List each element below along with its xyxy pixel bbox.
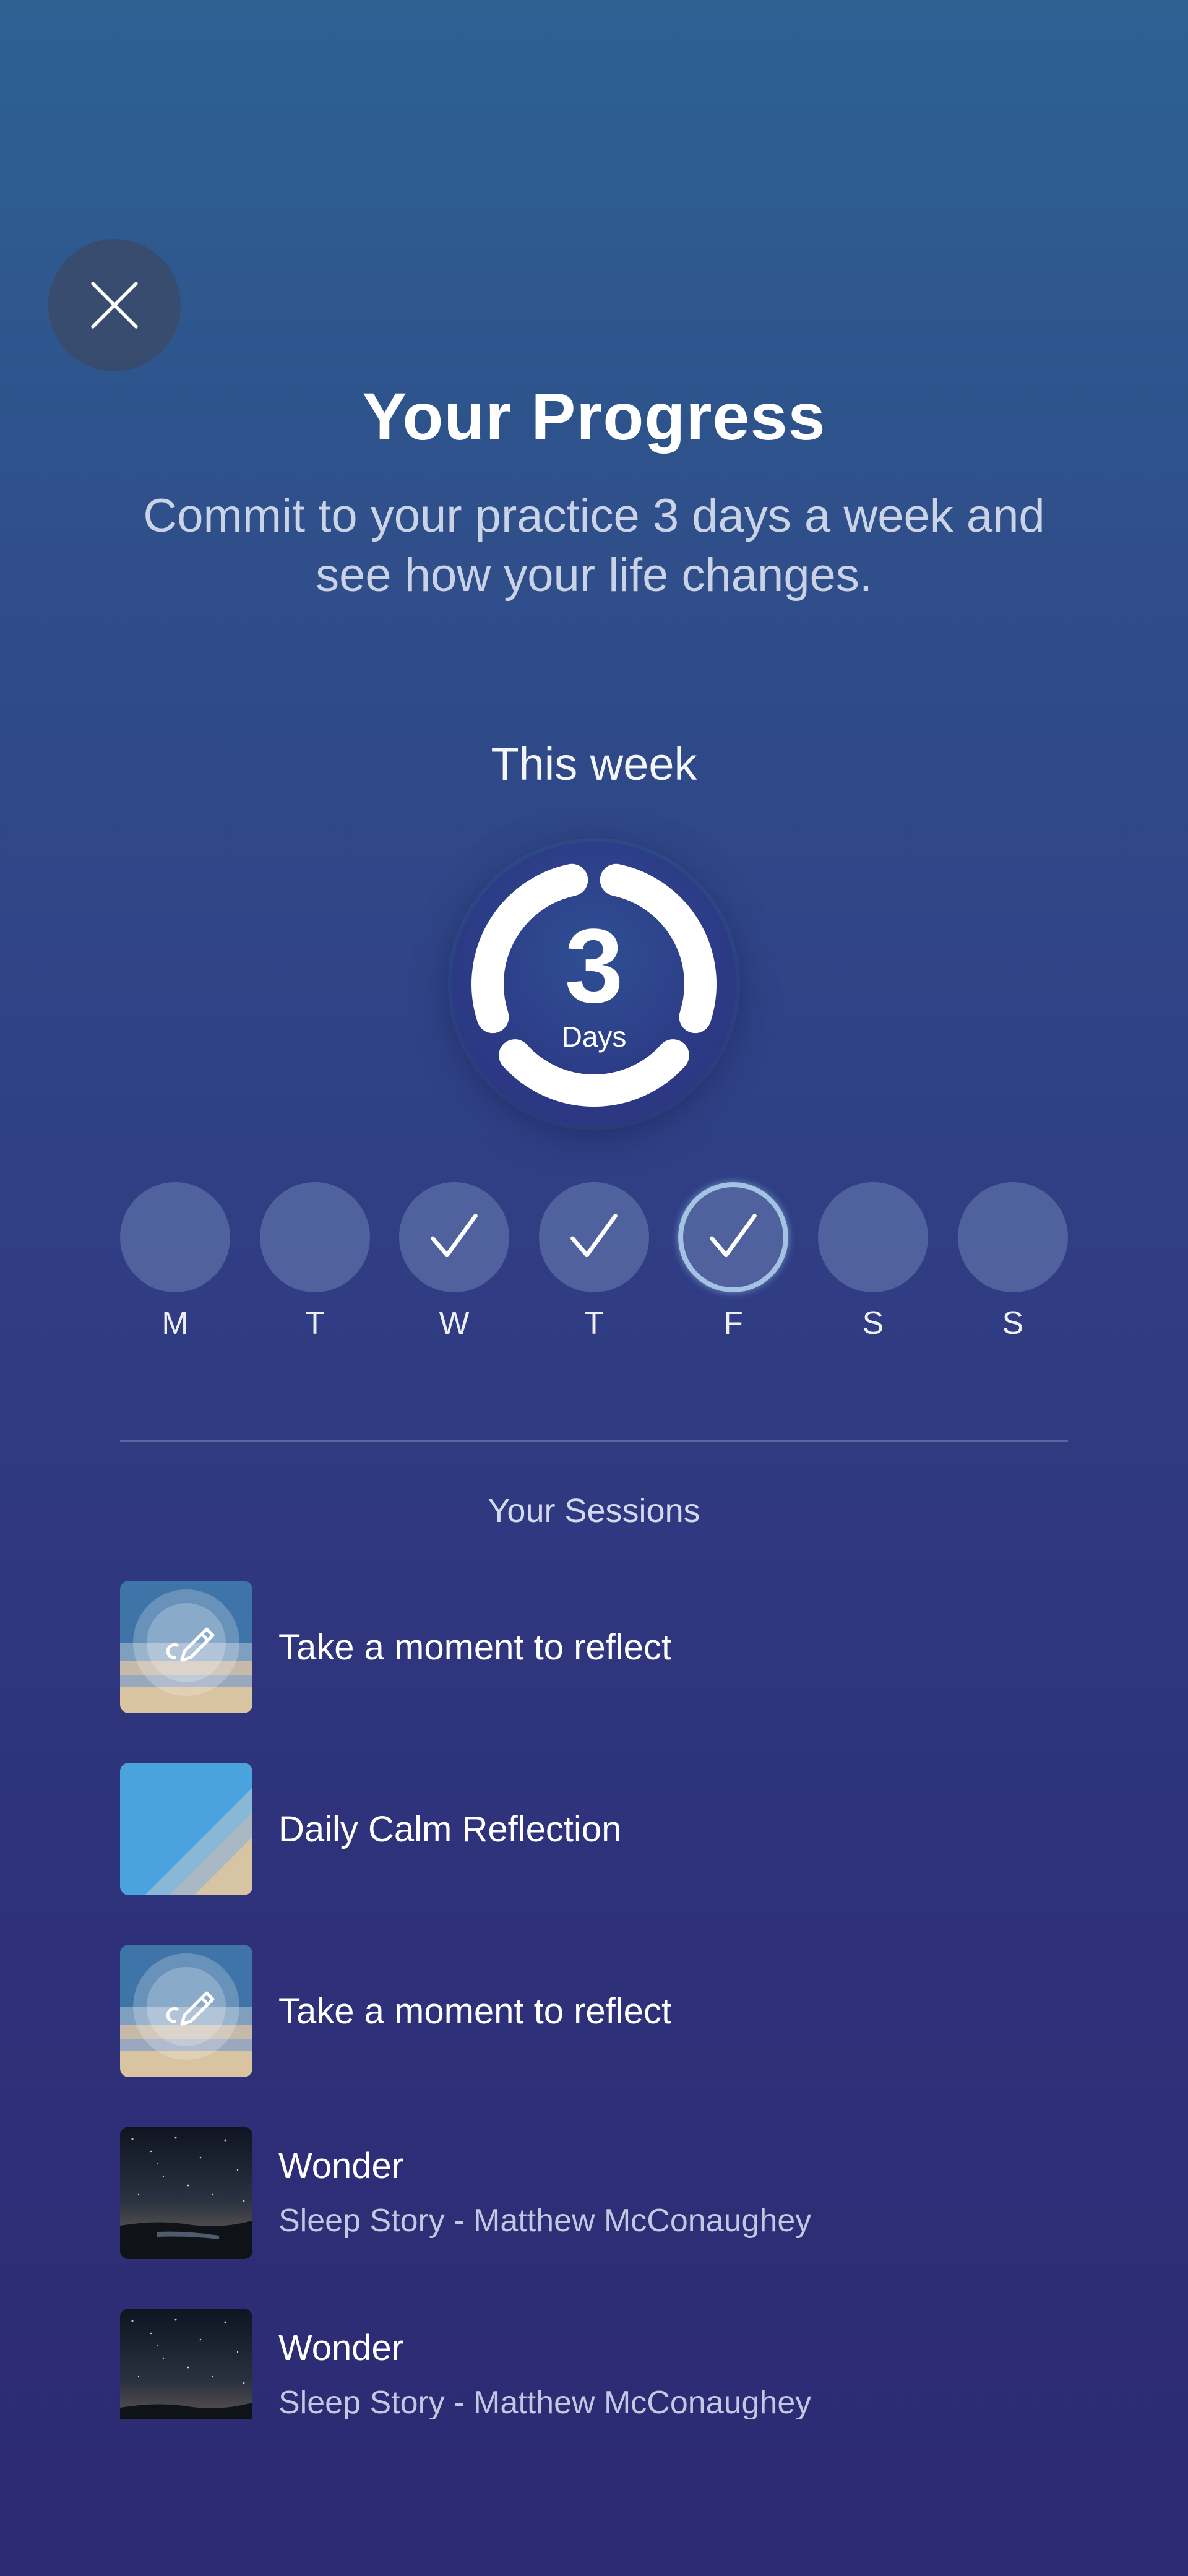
session-thumbnail — [120, 1763, 252, 1895]
session-title: Daily Calm Reflection — [278, 1809, 622, 1849]
divider — [120, 1440, 1068, 1442]
day-label: M — [161, 1305, 189, 1341]
list-item[interactable]: Daily Calm Reflection — [120, 1763, 1068, 1895]
session-thumbnail — [120, 2127, 252, 2259]
day-circle — [120, 1182, 230, 1292]
session-thumbnail — [120, 1581, 252, 1713]
sessions-heading: Your Sessions — [488, 1492, 700, 1529]
day-circle — [260, 1182, 370, 1292]
session-thumbnail — [120, 1945, 252, 2077]
checkmark-icon — [431, 1214, 478, 1258]
week-days: M T W T F S S — [120, 1182, 1068, 1355]
session-title: Take a moment to reflect — [278, 1627, 672, 1667]
page-title: Your Progress — [362, 379, 826, 454]
close-button[interactable] — [48, 239, 181, 371]
close-icon — [91, 282, 138, 329]
day-circle — [539, 1182, 649, 1292]
session-subtitle: Sleep Story - Matthew McConaughey — [278, 2203, 812, 2239]
day-thursday: T — [539, 1182, 649, 1355]
session-thumbnail — [120, 2309, 252, 2419]
day-tuesday: T — [260, 1182, 370, 1355]
day-monday: M — [120, 1182, 230, 1355]
list-item[interactable]: Wonder Sleep Story - Matthew McConaughey — [120, 2309, 1068, 2419]
this-week-label: This week — [491, 738, 697, 790]
days-count: 3 — [564, 907, 624, 1025]
session-title: Take a moment to reflect — [278, 1991, 672, 2031]
day-wednesday: W — [399, 1182, 509, 1355]
checkmark-icon — [570, 1214, 618, 1258]
list-item[interactable]: Take a moment to reflect — [120, 1581, 1068, 1713]
days-unit: Days — [561, 1021, 627, 1053]
session-subtitle: Sleep Story - Matthew McConaughey — [278, 2385, 812, 2419]
day-saturday: S — [818, 1182, 928, 1355]
session-title: Wonder — [278, 2328, 404, 2368]
list-item[interactable]: Take a moment to reflect — [120, 1945, 1068, 2077]
day-label: S — [1002, 1305, 1024, 1341]
checkmark-icon — [710, 1214, 757, 1258]
day-circle-today — [678, 1182, 788, 1292]
sessions-list: Take a moment to reflect Daily Calm Refl… — [120, 1581, 1068, 2419]
list-item[interactable]: Wonder Sleep Story - Matthew McConaughey — [120, 2127, 1068, 2259]
session-title: Wonder — [278, 2146, 404, 2186]
day-circle — [958, 1182, 1068, 1292]
day-label: T — [584, 1305, 604, 1341]
day-circle — [399, 1182, 509, 1292]
day-label: W — [439, 1305, 470, 1341]
day-friday: F — [678, 1182, 788, 1355]
day-label: F — [723, 1305, 743, 1341]
day-label: T — [305, 1305, 325, 1341]
page-subtitle: Commit to your practice 3 days a week an… — [143, 490, 1045, 602]
day-sunday: S — [958, 1182, 1068, 1355]
day-label: S — [862, 1305, 884, 1341]
day-circle — [818, 1182, 928, 1292]
ring-segment-2 — [499, 1039, 689, 1107]
